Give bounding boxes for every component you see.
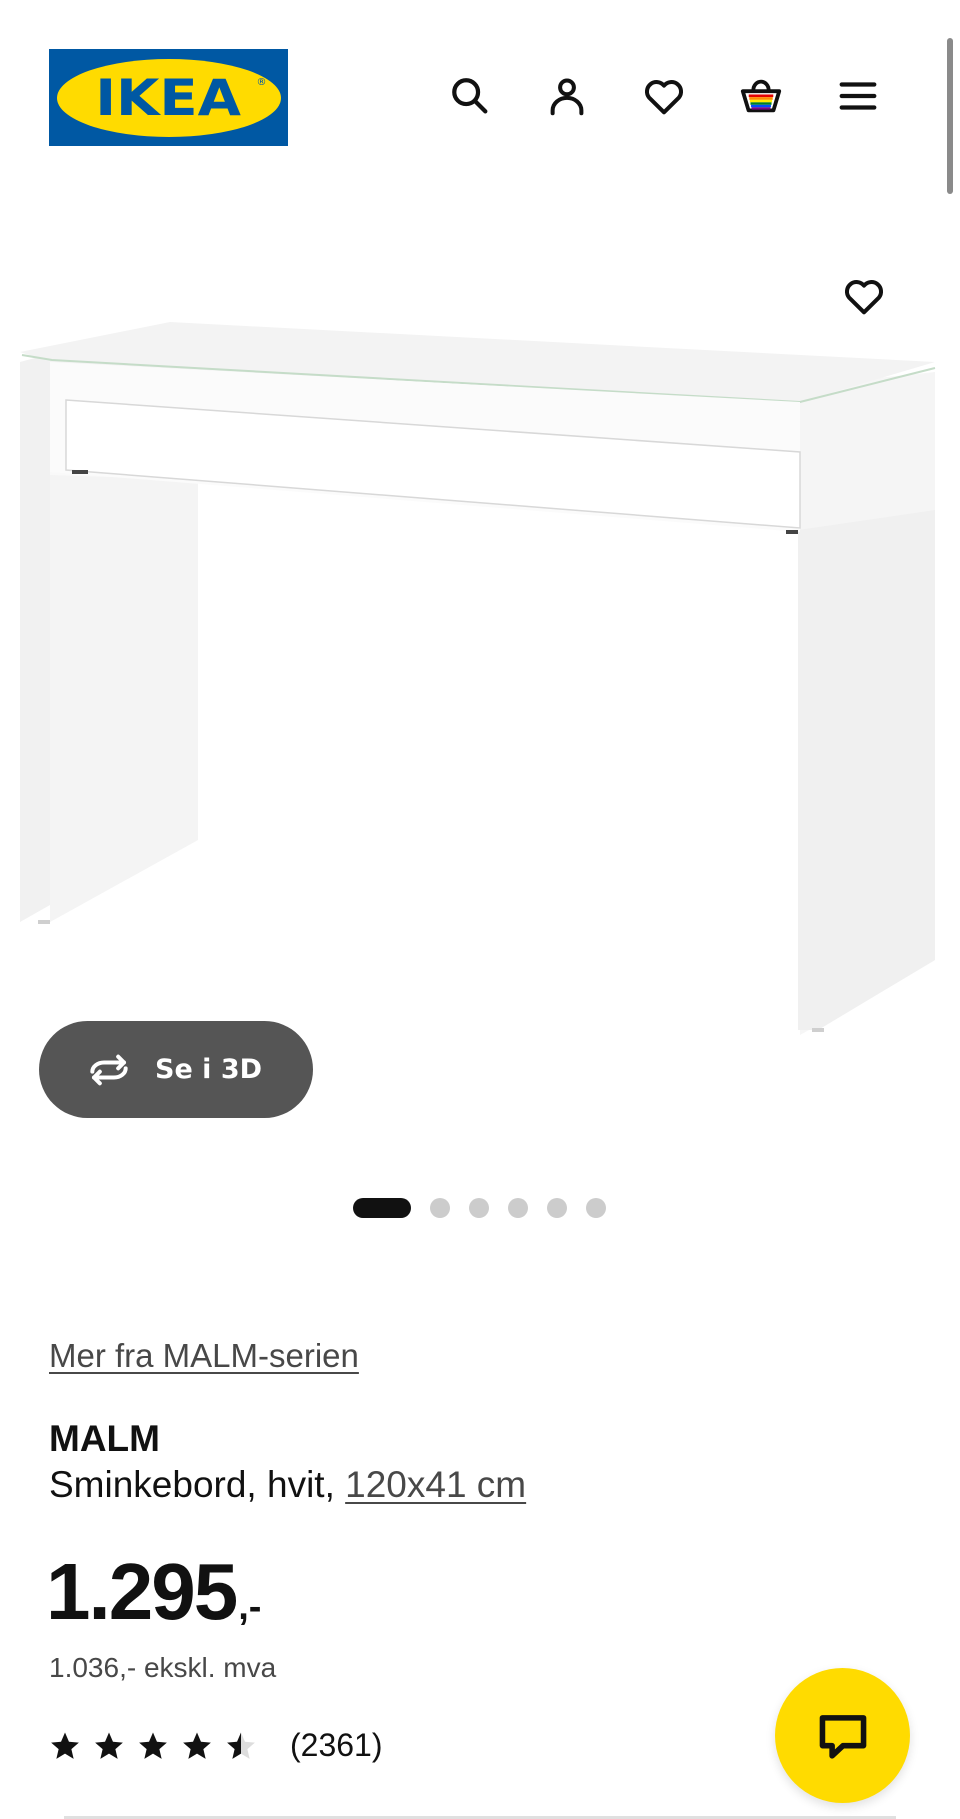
see-in-3d-label: Se i 3D: [155, 1054, 263, 1085]
logo-oval: IKEA ®: [56, 58, 281, 137]
ikea-logo[interactable]: IKEA ®: [49, 49, 288, 146]
registered-mark: ®: [256, 76, 267, 88]
see-in-3d-button[interactable]: Se i 3D: [39, 1021, 313, 1118]
price-main: 1.295: [46, 1547, 238, 1636]
star-full-icon: [51, 1732, 79, 1759]
product-favourite-button[interactable]: [836, 268, 892, 324]
gallery-dot[interactable]: [586, 1198, 606, 1218]
heart-icon: [845, 280, 883, 315]
gallery-dot[interactable]: [547, 1198, 567, 1218]
product-description: Sminkebord, hvit, 120x41 cm: [49, 1464, 526, 1506]
menu-icon[interactable]: [830, 68, 886, 124]
star-half-icon: [227, 1732, 255, 1759]
chat-icon: [819, 1714, 866, 1759]
series-link[interactable]: Mer fra MALM-serien: [49, 1337, 359, 1375]
gallery-dot[interactable]: [469, 1198, 489, 1218]
product-image[interactable]: [0, 310, 960, 1050]
star-full-icon: [183, 1732, 211, 1759]
star-full-icon: [139, 1732, 167, 1759]
gallery-dot[interactable]: [430, 1198, 450, 1218]
price-excl-vat: 1.036,- ekskl. mva: [49, 1652, 277, 1683]
favourites-icon[interactable]: [636, 68, 692, 124]
review-count: (2361): [290, 1727, 383, 1763]
page-scrollbar[interactable]: [947, 38, 953, 194]
star-full-icon: [95, 1732, 123, 1759]
search-icon[interactable]: [442, 68, 498, 124]
rotate-3d-icon: [90, 1054, 128, 1085]
gallery-dot-active[interactable]: [353, 1198, 411, 1218]
price: 1.295 ,-: [46, 1546, 261, 1638]
shopping-basket-icon[interactable]: [733, 68, 789, 124]
product-size-link[interactable]: 120x41 cm: [345, 1464, 526, 1505]
logo-text: IKEA: [95, 68, 242, 127]
gallery-dot[interactable]: [508, 1198, 528, 1218]
product-type: Sminkebord, hvit,: [49, 1464, 346, 1505]
product-name: MALM: [49, 1418, 160, 1459]
gallery-pagination: [353, 1198, 606, 1218]
price-suffix: ,-: [238, 1586, 262, 1628]
rating[interactable]: (2361): [48, 1727, 383, 1764]
chat-button[interactable]: [775, 1668, 910, 1803]
account-icon[interactable]: [539, 68, 595, 124]
